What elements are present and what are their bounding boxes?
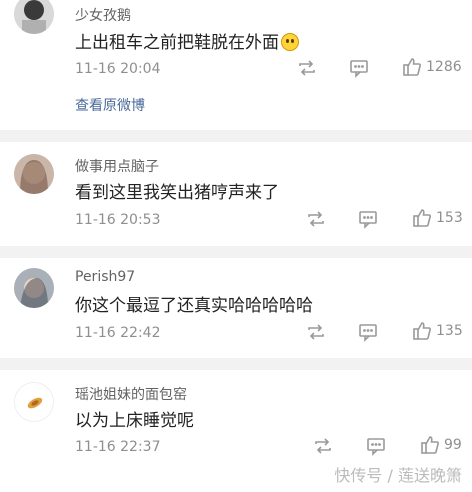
repost-button[interactable] <box>306 322 326 342</box>
repost-button[interactable] <box>297 58 317 78</box>
repost-icon <box>308 324 324 340</box>
comment-icon <box>359 211 377 229</box>
comment-button[interactable] <box>366 436 386 456</box>
comment-time: 11-16 20:04 <box>75 61 161 77</box>
username[interactable]: 瑶池姐妹的面包窑 <box>75 384 187 404</box>
like-icon <box>421 436 439 454</box>
like-button[interactable]: 135 <box>412 321 463 341</box>
watermark: 快传号 / 莲送晚箫 <box>334 466 462 485</box>
like-count: 135 <box>436 323 463 339</box>
username[interactable]: 少女孜鹅 <box>75 5 131 25</box>
like-icon <box>403 58 421 76</box>
comment-item: 做事用点脑子 看到这里我笑出猪哼声来了 11-16 20:53 153 <box>0 142 472 246</box>
like-button[interactable]: 99 <box>420 435 462 455</box>
comment-icon <box>350 60 368 78</box>
repost-button[interactable] <box>313 436 333 456</box>
comment-button[interactable] <box>358 322 378 342</box>
comment-text: 上出租车之前把鞋脱在外面 <box>75 28 299 53</box>
repost-button[interactable] <box>306 209 326 229</box>
separator <box>0 358 472 370</box>
comment-button[interactable] <box>358 209 378 229</box>
comment-text: 看到这里我笑出猪哼声来了 <box>75 183 279 203</box>
repost-icon <box>308 211 324 227</box>
comment-text: 你这个最逗了还真实哈哈哈哈哈 <box>75 296 313 316</box>
comment-time: 11-16 22:42 <box>75 325 161 341</box>
comment-item: 少女孜鹅 上出租车之前把鞋脱在外面 11-16 20:04 1286 查看原微博 <box>0 0 472 130</box>
username[interactable]: 做事用点脑子 <box>75 156 159 176</box>
repost-icon <box>315 438 331 454</box>
comment-text: 以为上床睡觉呢 <box>75 411 194 431</box>
like-count: 99 <box>444 437 462 453</box>
comment-time: 11-16 22:37 <box>75 439 161 455</box>
separator <box>0 246 472 258</box>
username[interactable]: Perish97 <box>75 269 135 285</box>
comment-time: 11-16 20:53 <box>75 212 161 228</box>
like-count: 153 <box>436 210 463 226</box>
like-button[interactable]: 1286 <box>402 57 462 77</box>
separator <box>0 130 472 142</box>
like-icon <box>413 209 431 227</box>
avatar[interactable] <box>14 0 54 34</box>
comment-item: Perish97 你这个最逗了还真实哈哈哈哈哈 11-16 22:42 135 <box>0 258 472 358</box>
avatar[interactable] <box>14 268 54 308</box>
comment-icon <box>367 438 385 456</box>
comment-text-body: 上出租车之前把鞋脱在外面 <box>75 33 279 53</box>
view-original-weibo-link[interactable]: 查看原微博 <box>75 95 145 115</box>
avatar[interactable] <box>14 382 54 422</box>
comment-button[interactable] <box>349 58 369 78</box>
smile-emoji-icon <box>281 33 299 51</box>
comment-icon <box>359 324 377 342</box>
like-icon <box>413 322 431 340</box>
repost-icon <box>299 60 315 76</box>
like-count: 1286 <box>426 59 462 75</box>
like-button[interactable]: 153 <box>412 208 463 228</box>
avatar[interactable] <box>14 154 54 194</box>
